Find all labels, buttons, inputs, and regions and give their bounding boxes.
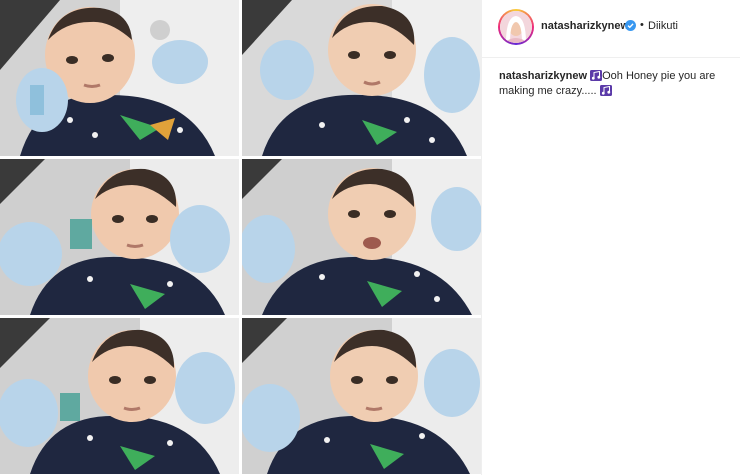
musical-notes-icon — [590, 70, 603, 81]
photo-tile-2 — [242, 0, 481, 156]
photo-tile-3 — [0, 159, 239, 315]
post-caption: natasharizkynew Ooh Honey pie you are ma… — [499, 69, 729, 99]
post-username[interactable]: natasharizkynew — [541, 20, 629, 32]
verified-badge-icon — [625, 20, 636, 31]
photo-tile-1 — [0, 0, 239, 156]
avatar-ring[interactable] — [498, 9, 534, 45]
musical-notes-icon — [599, 85, 612, 96]
caption-username[interactable]: natasharizkynew — [499, 70, 587, 82]
post-header: natasharizkynew • Diikuti — [482, 0, 740, 58]
post-photo[interactable] — [0, 0, 481, 475]
photo-tile-6 — [242, 318, 481, 474]
instagram-post-page: natasharizkynew • Diikuti natasharizkyne… — [0, 0, 740, 475]
photo-tile-5 — [0, 318, 239, 474]
post-side-panel: natasharizkynew • Diikuti natasharizkyne… — [481, 0, 740, 475]
follow-status-button[interactable]: Diikuti — [648, 20, 678, 32]
avatar[interactable] — [500, 11, 532, 43]
separator-dot: • — [640, 19, 644, 31]
photo-tile-4 — [242, 159, 481, 315]
